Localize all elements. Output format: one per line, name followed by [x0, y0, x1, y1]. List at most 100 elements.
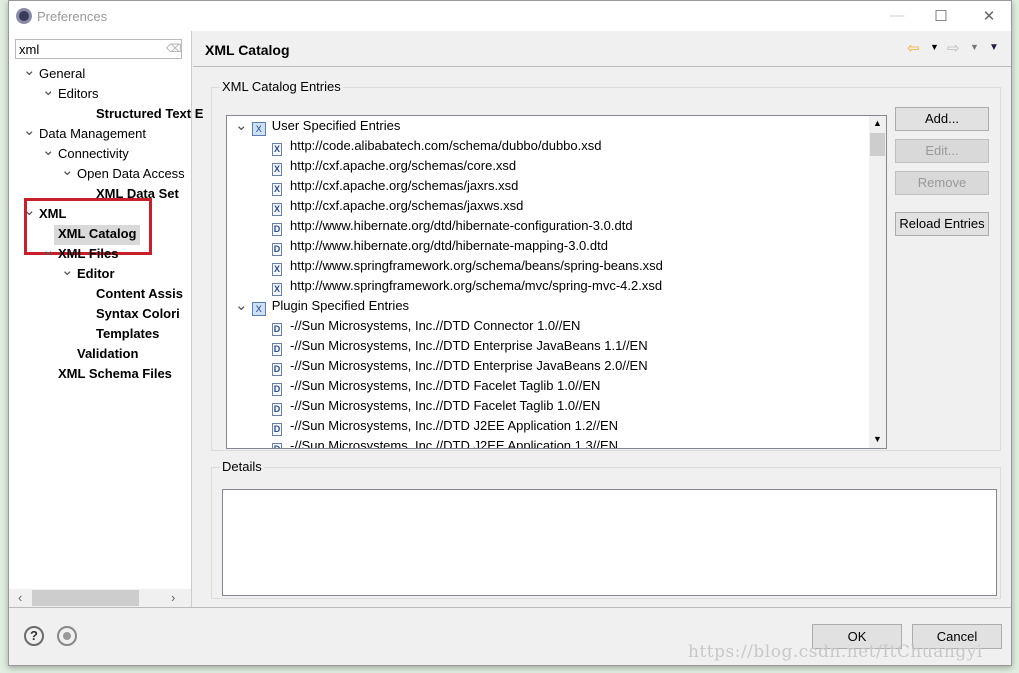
expand-chevron-icon[interactable]: ⌄ — [23, 121, 36, 139]
scroll-left-icon[interactable]: ‹ — [18, 590, 22, 605]
forward-icon[interactable]: ⇨ — [947, 39, 960, 57]
catalog-entry[interactable]: Dhttp://www.hibernate.org/dtd/hibernate-… — [272, 236, 608, 256]
remove-button[interactable]: Remove — [895, 171, 989, 195]
page-title: XML Catalog — [205, 42, 290, 58]
nav-item[interactable]: Content Assis — [96, 284, 183, 304]
nav-item[interactable]: XML — [39, 204, 66, 224]
entry-label: http://www.hibernate.org/dtd/hibernate-m… — [290, 238, 608, 253]
nav-item[interactable]: Editors — [58, 84, 98, 104]
catalog-category[interactable]: ⌄ X User Specified Entries — [235, 116, 400, 136]
preferences-dialog: Preferences — ☐ ✕ ⌫ ‹ › ⌄General⌄Editors… — [8, 0, 1012, 666]
catalog-entry[interactable]: Xhttp://code.alibabatech.com/schema/dubb… — [272, 136, 602, 156]
add-button[interactable]: Add... — [895, 107, 989, 131]
minimize-button[interactable]: — — [887, 7, 907, 24]
nav-item[interactable]: Open Data Access — [77, 164, 185, 184]
xsd-file-icon: X — [272, 143, 282, 156]
forward-menu-icon[interactable]: ▼ — [970, 42, 979, 52]
expand-chevron-icon[interactable]: ⌄ — [42, 241, 55, 259]
catalog-entry[interactable]: D -//Sun Microsystems, Inc.//DTD Enterpri… — [272, 356, 648, 376]
dtd-file-icon: D — [272, 323, 282, 336]
xsd-file-icon: X — [272, 163, 282, 176]
details-group: Details — [211, 459, 1001, 599]
entry-label: -//Sun Microsystems, Inc.//DTD Connector… — [290, 318, 581, 333]
nav-item[interactable]: XML Data Set — [96, 184, 179, 204]
entry-label: -//Sun Microsystems, Inc.//DTD Facelet T… — [290, 398, 601, 413]
view-menu-icon[interactable]: ▼ — [989, 42, 999, 53]
entry-label: http://cxf.apache.org/schemas/jaxrs.xsd — [290, 178, 519, 193]
entry-label: http://cxf.apache.org/schemas/core.xsd — [290, 158, 517, 173]
entry-label: User Specified Entries — [271, 118, 401, 133]
import-export-icon[interactable] — [57, 626, 77, 646]
entry-label: http://www.springframework.org/schema/mv… — [290, 278, 663, 293]
catalog-entry[interactable]: D -//Sun Microsystems, Inc.//DTD J2EE App… — [272, 416, 618, 436]
nav-item[interactable]: Editor — [77, 264, 115, 284]
filter-input[interactable] — [15, 39, 182, 59]
scroll-thumb[interactable] — [870, 133, 885, 156]
nav-item[interactable]: XML Catalog — [58, 224, 137, 244]
nav-item[interactable]: Syntax Colori — [96, 304, 180, 324]
help-icon[interactable]: ? — [24, 626, 44, 646]
catalog-entry[interactable]: Xhttp://www.springframework.org/schema/b… — [272, 256, 663, 276]
scroll-thumb[interactable] — [32, 590, 139, 606]
maximize-button[interactable]: ☐ — [931, 7, 951, 25]
nav-item[interactable]: XML Schema Files — [58, 364, 172, 384]
dtd-file-icon: D — [272, 363, 282, 376]
entry-label: -//Sun Microsystems, Inc.//DTD Facelet T… — [290, 378, 601, 393]
catalog-entry[interactable]: Xhttp://cxf.apache.org/schemas/jaxrs.xsd — [272, 176, 518, 196]
details-textarea[interactable] — [222, 489, 997, 596]
footer-separator — [9, 607, 1011, 608]
reload-entries-button[interactable]: Reload Entries — [895, 212, 989, 236]
eclipse-icon — [16, 8, 32, 24]
catalog-category[interactable]: ⌄ X Plugin Specified Entries — [235, 296, 409, 316]
dtd-file-icon: D — [272, 383, 282, 396]
nav-item[interactable]: Validation — [77, 344, 138, 364]
catalog-entry[interactable]: D -//Sun Microsystems, Inc.//DTD Connecto… — [272, 316, 580, 336]
catalog-entry[interactable]: D -//Sun Microsystems, Inc.//DTD Facelet … — [272, 376, 600, 396]
nav-item[interactable]: Structured Text E — [96, 104, 203, 124]
expand-chevron-icon[interactable]: ⌄ — [23, 201, 36, 219]
group-label: Details — [220, 459, 264, 474]
catalog-entry[interactable]: D -//Sun Microsystems, Inc.//DTD Facelet … — [272, 396, 600, 416]
expand-chevron-icon[interactable]: ⌄ — [235, 297, 252, 314]
catalog-entry[interactable]: Xhttp://cxf.apache.org/schemas/core.xsd — [272, 156, 516, 176]
window-title: Preferences — [37, 9, 108, 24]
entry-label: -//Sun Microsystems, Inc.//DTD J2EE Appl… — [290, 438, 619, 449]
catalog-entry[interactable]: Dhttp://www.hibernate.org/dtd/hibernate-… — [272, 216, 633, 236]
nav-item[interactable]: Templates — [96, 324, 159, 344]
nav-item[interactable]: Data Management — [39, 124, 146, 144]
expand-chevron-icon[interactable]: ⌄ — [42, 141, 55, 159]
entry-label: http://www.hibernate.org/dtd/hibernate-c… — [290, 218, 633, 233]
catalog-entry[interactable]: Xhttp://cxf.apache.org/schemas/jaxws.xsd — [272, 196, 523, 216]
entry-label: http://cxf.apache.org/schemas/jaxws.xsd — [290, 198, 524, 213]
back-menu-icon[interactable]: ▼ — [930, 42, 939, 52]
xsd-file-icon: X — [272, 283, 282, 296]
scroll-up-icon[interactable]: ▲ — [873, 118, 882, 128]
clear-filter-icon[interactable]: ⌫ — [166, 42, 182, 55]
expand-chevron-icon[interactable]: ⌄ — [61, 261, 74, 279]
vertical-scrollbar[interactable]: ▲ ▼ — [869, 116, 886, 448]
edit-button[interactable]: Edit... — [895, 139, 989, 163]
expand-chevron-icon[interactable]: ⌄ — [23, 61, 36, 79]
entry-label: http://code.alibabatech.com/schema/dubbo… — [290, 138, 602, 153]
dtd-file-icon: D — [272, 243, 282, 256]
expand-chevron-icon[interactable]: ⌄ — [235, 117, 252, 134]
catalog-entry[interactable]: Xhttp://www.springframework.org/schema/m… — [272, 276, 662, 296]
watermark: https://blog.csdn.net/ItChuangyi — [688, 642, 983, 662]
expand-chevron-icon[interactable]: ⌄ — [42, 81, 55, 99]
scroll-down-icon[interactable]: ▼ — [873, 434, 882, 444]
expand-chevron-icon[interactable]: ⌄ — [61, 161, 74, 179]
catalog-tree[interactable]: ⌄ X User Specified Entries Xhttp://code.al… — [226, 115, 887, 449]
entry-label: -//Sun Microsystems, Inc.//DTD Enterpris… — [290, 338, 648, 353]
entry-label: http://www.springframework.org/schema/be… — [290, 258, 663, 273]
horizontal-scrollbar[interactable]: ‹ › — [9, 589, 191, 607]
catalog-icon: X — [251, 302, 266, 316]
close-button[interactable]: ✕ — [979, 7, 999, 25]
catalog-entry[interactable]: D -//Sun Microsystems, Inc.//DTD Enterpri… — [272, 336, 648, 356]
group-label: XML Catalog Entries — [220, 79, 343, 94]
scroll-right-icon[interactable]: › — [171, 590, 175, 605]
back-icon[interactable]: ⇦ — [907, 39, 920, 57]
catalog-entry[interactable]: D -//Sun Microsystems, Inc.//DTD J2EE App… — [272, 436, 619, 449]
dtd-file-icon: D — [272, 443, 282, 448]
catalog-entries-group: XML Catalog Entries ⌄ X User Specified En… — [211, 79, 1001, 451]
xsd-file-icon: X — [272, 263, 282, 276]
